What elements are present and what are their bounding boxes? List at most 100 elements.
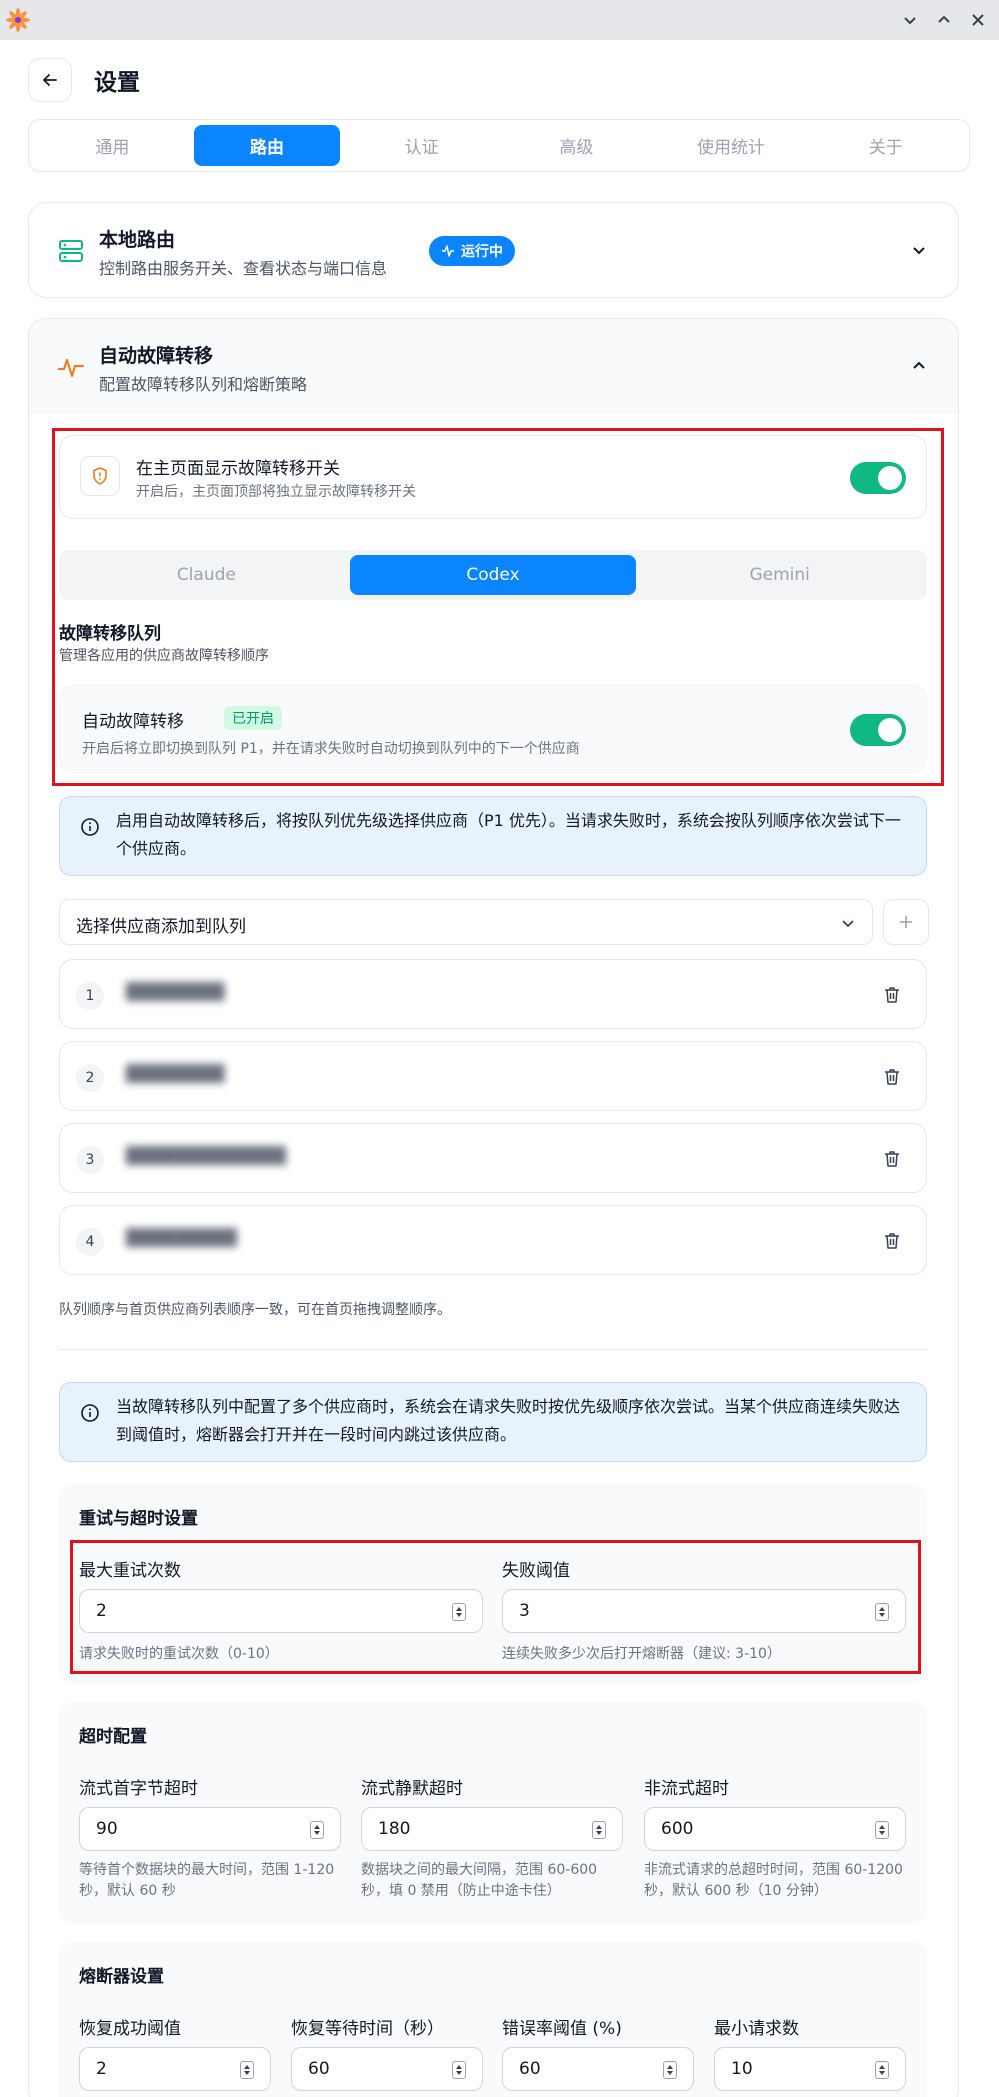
chevron-down-icon	[904, 17, 916, 25]
idle-timeout-input[interactable]: 180	[361, 1807, 623, 1851]
failover-info-text: 启用自动故障转移后，将按队列优先级选择供应商（P1 优先）。当请求失败时，系统会…	[116, 811, 901, 858]
recover-success-label: 恢复成功阈值	[79, 2019, 181, 2039]
first-byte-value: 90	[96, 1819, 118, 1839]
non-stream-label: 非流式超时	[644, 1779, 729, 1799]
queue-item[interactable]: 3 █████████████	[59, 1123, 927, 1193]
tab-about[interactable]: 关于	[812, 125, 959, 166]
min-requests-label: 最小请求数	[714, 2019, 799, 2039]
chevron-down-icon	[842, 920, 854, 928]
info-icon	[81, 818, 99, 836]
window-titlebar	[0, 0, 999, 40]
stepper-icon[interactable]	[240, 2061, 254, 2079]
arrow-left-icon	[43, 74, 57, 86]
non-stream-help: 非流式请求的总超时时间，范围 60-1200 秒，默认 600 秒（10 分钟）	[644, 1862, 903, 1899]
queue-item-number: 4	[76, 1228, 104, 1256]
idle-timeout-help: 数据块之间的最大间隔，范围 60-600 秒，填 0 禁用（防止中途卡住）	[361, 1862, 598, 1899]
recover-success-input[interactable]: 2	[79, 2047, 271, 2091]
tab-auth[interactable]: 认证	[348, 125, 495, 166]
close-icon	[972, 14, 984, 26]
back-button[interactable]	[28, 58, 72, 102]
highlight-box	[52, 428, 944, 786]
min-requests-input[interactable]: 10	[714, 2047, 906, 2091]
local-routing-header[interactable]: 本地路由 控制路由服务开关、查看状态与端口信息 运行中	[29, 203, 958, 297]
close-button[interactable]	[966, 8, 990, 32]
circuit-info-box: 当故障转移队列中配置了多个供应商时，系统会在请求失败时按优先级顺序依次尝试。当某…	[59, 1382, 927, 1462]
tab-usage-stats[interactable]: 使用统计	[658, 125, 805, 166]
failover-info-box: 启用自动故障转移后，将按队列优先级选择供应商（P1 优先）。当请求失败时，系统会…	[59, 796, 927, 876]
local-routing-title: 本地路由	[99, 229, 176, 251]
queue-item-number: 1	[76, 982, 104, 1010]
queue-item[interactable]: 4 █████████	[59, 1205, 927, 1275]
highlight-box	[70, 1540, 921, 1674]
stepper-icon[interactable]	[663, 2061, 677, 2079]
queue-item-name: █████████████	[126, 1146, 286, 1165]
status-badge: 运行中	[429, 236, 515, 266]
plus-icon	[900, 916, 912, 928]
trash-icon[interactable]	[882, 1149, 902, 1169]
maximize-button[interactable]	[932, 8, 956, 32]
tab-general[interactable]: 通用	[39, 125, 186, 166]
failover-subtitle: 配置故障转移队列和熔断策略	[99, 375, 308, 394]
min-requests-value: 10	[731, 2059, 753, 2079]
trash-icon[interactable]	[882, 1067, 902, 1087]
idle-timeout-value: 180	[378, 1819, 411, 1839]
queue-item-number: 3	[76, 1146, 104, 1174]
error-rate-label: 错误率阈值 (%)	[502, 2019, 622, 2039]
local-routing-subtitle: 控制路由服务开关、查看状态与端口信息	[99, 259, 388, 278]
minimize-button[interactable]	[898, 8, 922, 32]
error-rate-input[interactable]: 60	[502, 2047, 694, 2091]
divider	[59, 1349, 927, 1350]
status-badge-label: 运行中	[461, 244, 503, 260]
stepper-icon[interactable]	[592, 1821, 606, 1839]
stepper-icon[interactable]	[310, 1821, 324, 1839]
tab-advanced[interactable]: 高级	[503, 125, 650, 166]
chevron-up-icon	[913, 361, 925, 369]
server-icon	[59, 240, 83, 262]
first-byte-input[interactable]: 90	[79, 1807, 341, 1851]
queue-item[interactable]: 2 ████████	[59, 1041, 927, 1111]
timeout-title: 超时配置	[79, 1727, 147, 1747]
failover-title: 自动故障转移	[99, 345, 214, 367]
recover-wait-label: 恢复等待时间（秒）	[291, 2019, 444, 2039]
local-routing-card: 本地路由 控制路由服务开关、查看状态与端口信息 运行中	[28, 202, 959, 298]
first-byte-label: 流式首字节超时	[79, 1779, 198, 1799]
queue-item[interactable]: 1 ████████	[59, 959, 927, 1029]
provider-select-placeholder: 选择供应商添加到队列	[76, 917, 246, 937]
retry-title: 重试与超时设置	[79, 1509, 198, 1529]
add-provider-button[interactable]	[883, 899, 929, 945]
recover-wait-value: 60	[308, 2059, 330, 2079]
stepper-icon[interactable]	[875, 2061, 889, 2079]
queue-item-name: ████████	[126, 1064, 225, 1083]
queue-note: 队列顺序与首页供应商列表顺序一致，可在首页拖拽调整顺序。	[59, 1302, 451, 1318]
chevron-down-icon	[913, 247, 925, 255]
trash-icon[interactable]	[882, 985, 902, 1005]
non-stream-input[interactable]: 600	[644, 1807, 906, 1851]
app-logo-icon	[6, 8, 30, 32]
stepper-icon[interactable]	[875, 1821, 889, 1839]
queue-item-name: █████████	[126, 1228, 237, 1247]
circuit-info-text: 当故障转移队列中配置了多个供应商时，系统会在请求失败时按优先级顺序依次尝试。当某…	[116, 1397, 901, 1444]
first-byte-help: 等待首个数据块的最大时间，范围 1-120 秒，默认 60 秒	[79, 1862, 335, 1899]
stepper-icon[interactable]	[452, 2061, 466, 2079]
pulse-icon	[58, 359, 84, 377]
breaker-panel: 熔断器设置 恢复成功阈值 2 恢复等待时间（秒） 60 错误率阈值 (%) 60…	[59, 1942, 927, 2097]
queue-item-number: 2	[76, 1064, 104, 1092]
settings-tabs: 通用 路由 认证 高级 使用统计 关于	[28, 119, 970, 172]
trash-icon[interactable]	[882, 1231, 902, 1251]
idle-timeout-label: 流式静默超时	[361, 1779, 463, 1799]
recover-wait-input[interactable]: 60	[291, 2047, 483, 2091]
timeout-panel: 超时配置 流式首字节超时 90 等待首个数据块的最大时间，范围 1-120 秒，…	[59, 1702, 927, 1924]
breaker-title: 熔断器设置	[79, 1967, 164, 1987]
failover-header[interactable]: 自动故障转移 配置故障转移队列和熔断策略	[29, 319, 958, 413]
error-rate-value: 60	[519, 2059, 541, 2079]
chevron-up-icon	[938, 15, 950, 23]
non-stream-value: 600	[661, 1819, 694, 1839]
page-header: 设置	[28, 58, 140, 102]
provider-select[interactable]: 选择供应商添加到队列	[59, 899, 873, 945]
tab-routing[interactable]: 路由	[193, 125, 341, 166]
page-title: 设置	[94, 70, 140, 96]
activity-icon	[442, 245, 454, 257]
info-icon	[81, 1404, 99, 1422]
queue-item-name: ████████	[126, 982, 225, 1001]
recover-success-value: 2	[96, 2059, 107, 2079]
